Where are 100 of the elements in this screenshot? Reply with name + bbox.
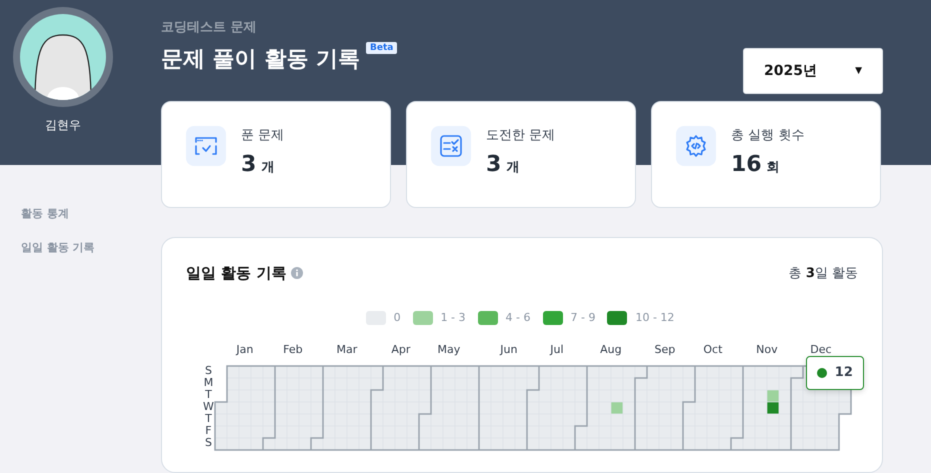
day-cell[interactable] xyxy=(466,377,480,390)
day-cell[interactable] xyxy=(598,413,612,426)
day-cell[interactable] xyxy=(622,377,636,390)
day-cell[interactable] xyxy=(838,389,852,402)
day-cell[interactable] xyxy=(610,389,624,402)
day-cell[interactable] xyxy=(418,389,432,402)
day-cell[interactable] xyxy=(826,425,840,438)
day-cell[interactable] xyxy=(538,437,552,450)
day-cell[interactable] xyxy=(610,401,624,414)
day-cell[interactable] xyxy=(622,437,636,450)
day-cell[interactable] xyxy=(730,389,744,402)
day-cell[interactable] xyxy=(514,377,528,390)
day-cell[interactable] xyxy=(466,437,480,450)
day-cell[interactable] xyxy=(598,389,612,402)
day-cell[interactable] xyxy=(802,389,816,402)
day-cell[interactable] xyxy=(514,413,528,426)
day-cell[interactable] xyxy=(730,413,744,426)
day-cell[interactable] xyxy=(358,425,372,438)
day-cell[interactable] xyxy=(226,401,240,414)
day-cell[interactable] xyxy=(562,413,576,426)
day-cell[interactable] xyxy=(754,413,768,426)
day-cell[interactable] xyxy=(238,437,252,450)
day-cell[interactable] xyxy=(826,401,840,414)
day-cell[interactable] xyxy=(682,377,696,390)
day-cell[interactable] xyxy=(310,401,324,414)
day-cell[interactable] xyxy=(814,389,828,402)
day-cell[interactable] xyxy=(526,377,540,390)
day-cell[interactable] xyxy=(358,413,372,426)
day-cell[interactable] xyxy=(766,377,780,390)
day-cell[interactable] xyxy=(298,425,312,438)
day-cell[interactable] xyxy=(466,425,480,438)
info-icon[interactable] xyxy=(291,267,304,280)
day-cell[interactable] xyxy=(670,425,684,438)
day-cell[interactable] xyxy=(766,437,780,450)
day-cell[interactable] xyxy=(658,437,672,450)
day-cell[interactable] xyxy=(226,437,240,450)
day-cell[interactable] xyxy=(574,389,588,402)
day-cell[interactable] xyxy=(706,437,720,450)
day-cell[interactable] xyxy=(454,437,468,450)
day-cell[interactable] xyxy=(490,437,504,450)
day-cell[interactable] xyxy=(310,413,324,426)
day-cell[interactable] xyxy=(778,389,792,402)
day-cell[interactable] xyxy=(334,437,348,450)
day-cell[interactable] xyxy=(262,425,276,438)
day-cell[interactable] xyxy=(766,389,780,402)
day-cell[interactable] xyxy=(814,437,828,450)
day-cell[interactable] xyxy=(322,437,336,450)
day-cell[interactable] xyxy=(778,413,792,426)
day-cell[interactable] xyxy=(826,413,840,426)
day-cell[interactable] xyxy=(562,437,576,450)
day-cell[interactable] xyxy=(766,413,780,426)
day-cell[interactable] xyxy=(598,401,612,414)
day-cell[interactable] xyxy=(802,437,816,450)
day-cell[interactable] xyxy=(406,425,420,438)
day-cell[interactable] xyxy=(466,401,480,414)
day-cell[interactable] xyxy=(550,437,564,450)
year-dropdown[interactable]: 2025년 ▼ xyxy=(743,48,883,94)
day-cell[interactable] xyxy=(466,389,480,402)
day-cell[interactable] xyxy=(370,377,384,390)
day-cell[interactable] xyxy=(610,413,624,426)
day-cell[interactable] xyxy=(310,425,324,438)
day-cell[interactable] xyxy=(622,413,636,426)
day-cell[interactable] xyxy=(514,389,528,402)
day-cell[interactable] xyxy=(574,413,588,426)
day-cell[interactable] xyxy=(670,401,684,414)
day-cell[interactable] xyxy=(622,389,636,402)
day-cell[interactable] xyxy=(562,425,576,438)
day-cell[interactable] xyxy=(358,389,372,402)
day-cell[interactable] xyxy=(730,425,744,438)
day-cell[interactable] xyxy=(358,437,372,450)
day-cell[interactable] xyxy=(754,389,768,402)
day-cell[interactable] xyxy=(610,437,624,450)
day-cell[interactable] xyxy=(382,389,396,402)
day-cell[interactable] xyxy=(754,377,768,390)
day-cell[interactable] xyxy=(574,377,588,390)
day-cell[interactable] xyxy=(406,413,420,426)
day-cell[interactable] xyxy=(418,377,432,390)
day-cell[interactable] xyxy=(394,437,408,450)
day-cell[interactable] xyxy=(514,401,528,414)
day-cell[interactable] xyxy=(778,377,792,390)
day-cell[interactable] xyxy=(730,377,744,390)
day-cell[interactable] xyxy=(514,425,528,438)
day-cell[interactable] xyxy=(826,437,840,450)
day-cell[interactable] xyxy=(670,389,684,402)
day-cell[interactable] xyxy=(502,437,516,450)
day-cell[interactable] xyxy=(742,437,756,450)
day-cell[interactable] xyxy=(598,437,612,450)
day-cell[interactable] xyxy=(274,437,288,450)
day-cell[interactable] xyxy=(286,437,300,450)
sidebar-link[interactable]: 일일 활동 기록 xyxy=(21,240,95,255)
day-cell[interactable] xyxy=(262,401,276,414)
day-cell[interactable] xyxy=(442,437,456,450)
day-cell[interactable] xyxy=(262,413,276,426)
day-cell[interactable] xyxy=(430,437,444,450)
day-cell[interactable] xyxy=(694,437,708,450)
day-cell[interactable] xyxy=(262,389,276,402)
day-cell[interactable] xyxy=(250,437,264,450)
day-cell[interactable] xyxy=(466,413,480,426)
day-cell[interactable] xyxy=(406,401,420,414)
day-cell[interactable] xyxy=(730,401,744,414)
